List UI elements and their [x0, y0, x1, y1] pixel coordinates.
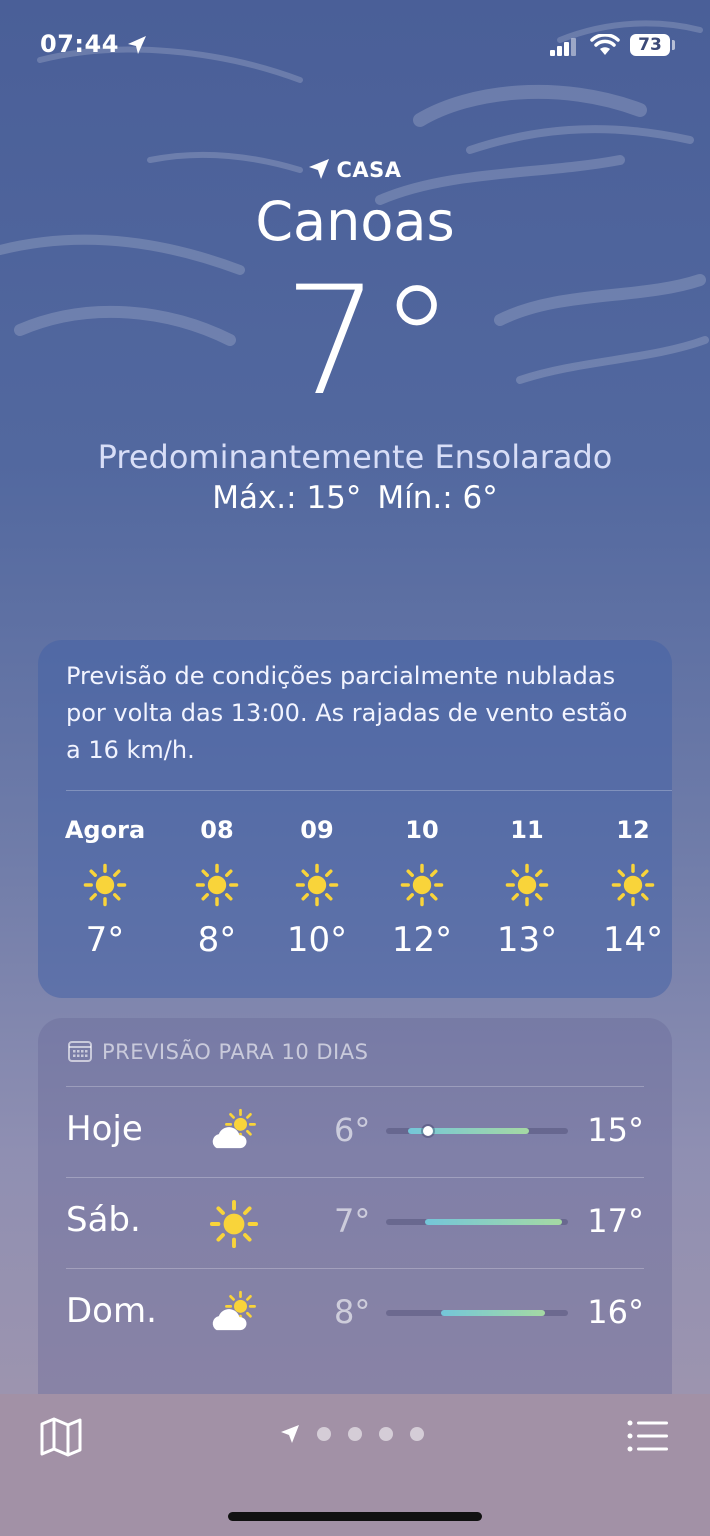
home-indicator	[228, 1512, 482, 1521]
hour-item: 11 13°	[482, 810, 572, 960]
day-high: 16°	[587, 1293, 644, 1331]
hour-temperature: 14°	[602, 920, 664, 960]
page-indicator[interactable]	[280, 1422, 424, 1446]
hour-item: 09 10°	[272, 810, 362, 960]
page-dot[interactable]	[379, 1427, 393, 1441]
partly-cloudy-icon	[206, 1105, 262, 1161]
status-bar: 07:44 73	[0, 28, 710, 68]
hourly-forecast-card[interactable]: Previsão de condições parcialmente nubla…	[38, 640, 672, 998]
weather-condition: Predominantemente Ensolarado	[97, 438, 613, 476]
day-row[interactable]: Dom. 8° 16°	[38, 1269, 672, 1359]
page-dot[interactable]	[317, 1427, 331, 1441]
current-temp-dot	[423, 1126, 433, 1136]
sun-icon	[482, 850, 572, 920]
low-temperature: Mín.: 6°	[377, 480, 498, 516]
day-low: 7°	[334, 1202, 371, 1240]
day-row[interactable]: Sáb. 7° 17°	[38, 1178, 672, 1268]
divider	[66, 790, 672, 791]
battery-cap	[672, 40, 675, 50]
hour-temperature: 7°	[85, 920, 125, 960]
temperature-range-fill	[441, 1310, 545, 1316]
sun-icon	[272, 850, 362, 920]
ten-day-forecast-card[interactable]: PREVISÃO PARA 10 DIAS Hoje 6° 15° Sáb. 7°…	[38, 1018, 672, 1438]
location-label: CASA	[0, 158, 710, 182]
hour-label: 08	[200, 816, 234, 844]
day-row[interactable]: Hoje 6° 15°	[38, 1087, 672, 1177]
sun-icon	[206, 1196, 262, 1252]
day-name: Dom.	[66, 1291, 157, 1331]
hour-item: 08 8°	[172, 810, 262, 960]
forecast-summary: Previsão de condições parcialmente nubla…	[66, 662, 628, 764]
hour-item: 10 12°	[377, 810, 467, 960]
map-icon[interactable]	[38, 1416, 84, 1458]
day-low: 8°	[334, 1293, 371, 1331]
day-high: 15°	[587, 1111, 644, 1149]
page-dots	[317, 1427, 424, 1441]
ten-day-header: PREVISÃO PARA 10 DIAS	[68, 1040, 368, 1064]
hour-temperature: 12°	[391, 920, 453, 960]
temperature-range-bar	[386, 1126, 568, 1136]
battery-level: 73	[630, 34, 670, 56]
current-temperature: 7°	[283, 255, 455, 429]
temperature-range-bar	[386, 1310, 568, 1316]
day-low: 6°	[334, 1111, 371, 1149]
hourly-list[interactable]: Agora 7° 08 8° 09 10° 10 12° 11 13° 12 14°	[38, 810, 672, 980]
day-high: 17°	[587, 1202, 644, 1240]
hour-temperature: 10°	[286, 920, 348, 960]
hour-label: 10	[405, 816, 439, 844]
hour-label: 12	[616, 816, 650, 844]
hour-label: 09	[300, 816, 334, 844]
partly-cloudy-icon	[206, 1287, 262, 1343]
hour-item: Agora 7°	[60, 810, 150, 960]
status-time: 07:44	[40, 30, 119, 58]
calendar-icon	[68, 1041, 92, 1062]
day-name: Hoje	[66, 1109, 143, 1149]
wifi-icon	[590, 34, 620, 55]
location-arrow-icon	[128, 36, 146, 54]
sun-icon	[588, 850, 678, 920]
temperature-range-bar	[386, 1219, 568, 1225]
sun-icon	[377, 850, 467, 920]
sun-icon	[172, 850, 262, 920]
high-temperature: Máx.: 15°	[212, 480, 362, 516]
city-list-icon[interactable]	[626, 1418, 670, 1454]
page-dot[interactable]	[410, 1427, 424, 1441]
hour-label: Agora	[64, 816, 146, 844]
location-arrow-icon	[309, 159, 330, 179]
hour-item: 12 14°	[588, 810, 678, 960]
sun-icon	[60, 850, 150, 920]
day-name: Sáb.	[66, 1200, 141, 1240]
hour-label: 11	[510, 816, 544, 844]
bottom-toolbar	[0, 1394, 710, 1536]
location-label-text: CASA	[336, 158, 402, 182]
hour-temperature: 13°	[496, 920, 558, 960]
page-dot[interactable]	[348, 1427, 362, 1441]
hour-temperature: 8°	[197, 920, 237, 960]
ten-day-title: PREVISÃO PARA 10 DIAS	[102, 1040, 369, 1064]
location-arrow-icon	[281, 1425, 299, 1443]
high-low-temperatures: Máx.: 15° Mín.: 6°	[0, 480, 710, 516]
city-name: Canoas	[255, 190, 455, 253]
temperature-range-fill	[425, 1219, 562, 1225]
cellular-signal-icon	[550, 38, 576, 56]
